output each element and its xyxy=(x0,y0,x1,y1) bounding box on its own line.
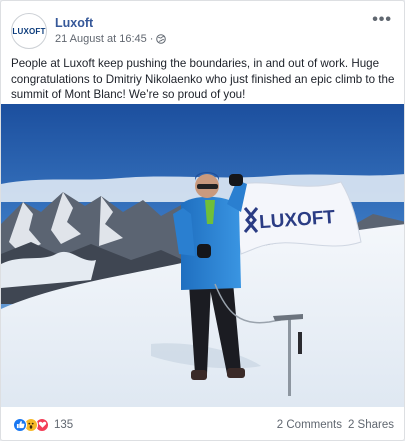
post-timestamp[interactable]: 21 August at 16:45 xyxy=(55,31,147,47)
post-card: LUXOFT Luxoft 21 August at 16:45 · ••• P… xyxy=(0,0,405,441)
shares-link[interactable]: 2 Shares xyxy=(348,419,394,431)
page-avatar[interactable]: LUXOFT xyxy=(11,13,47,49)
page-name-link[interactable]: Luxoft xyxy=(55,16,166,31)
comments-link[interactable]: 2 Comments xyxy=(277,419,342,431)
post-header: LUXOFT Luxoft 21 August at 16:45 · xyxy=(11,11,167,51)
like-icon xyxy=(13,417,27,432)
reaction-summary[interactable]: 135 xyxy=(13,417,74,432)
meta-separator: · xyxy=(149,32,154,45)
post-photo[interactable]: LUXOFT xyxy=(1,104,404,407)
timestamp-row: 21 August at 16:45 · xyxy=(55,31,167,47)
ellipsis-icon: ••• xyxy=(372,11,392,28)
globe-icon[interactable] xyxy=(156,33,167,44)
summit-photo: LUXOFT xyxy=(1,104,404,407)
post-footer: 135 2 Comments 2 Shares xyxy=(1,407,404,440)
post-meta: Luxoft 21 August at 16:45 · xyxy=(55,16,167,47)
more-options-button[interactable]: ••• xyxy=(372,11,392,29)
avatar-logo-text: LUXOFT xyxy=(12,26,46,36)
post-text: People at Luxoft keep pushing the bounda… xyxy=(11,57,395,101)
engagement-counts: 2 Comments 2 Shares xyxy=(277,419,394,431)
reaction-count: 135 xyxy=(54,418,74,431)
